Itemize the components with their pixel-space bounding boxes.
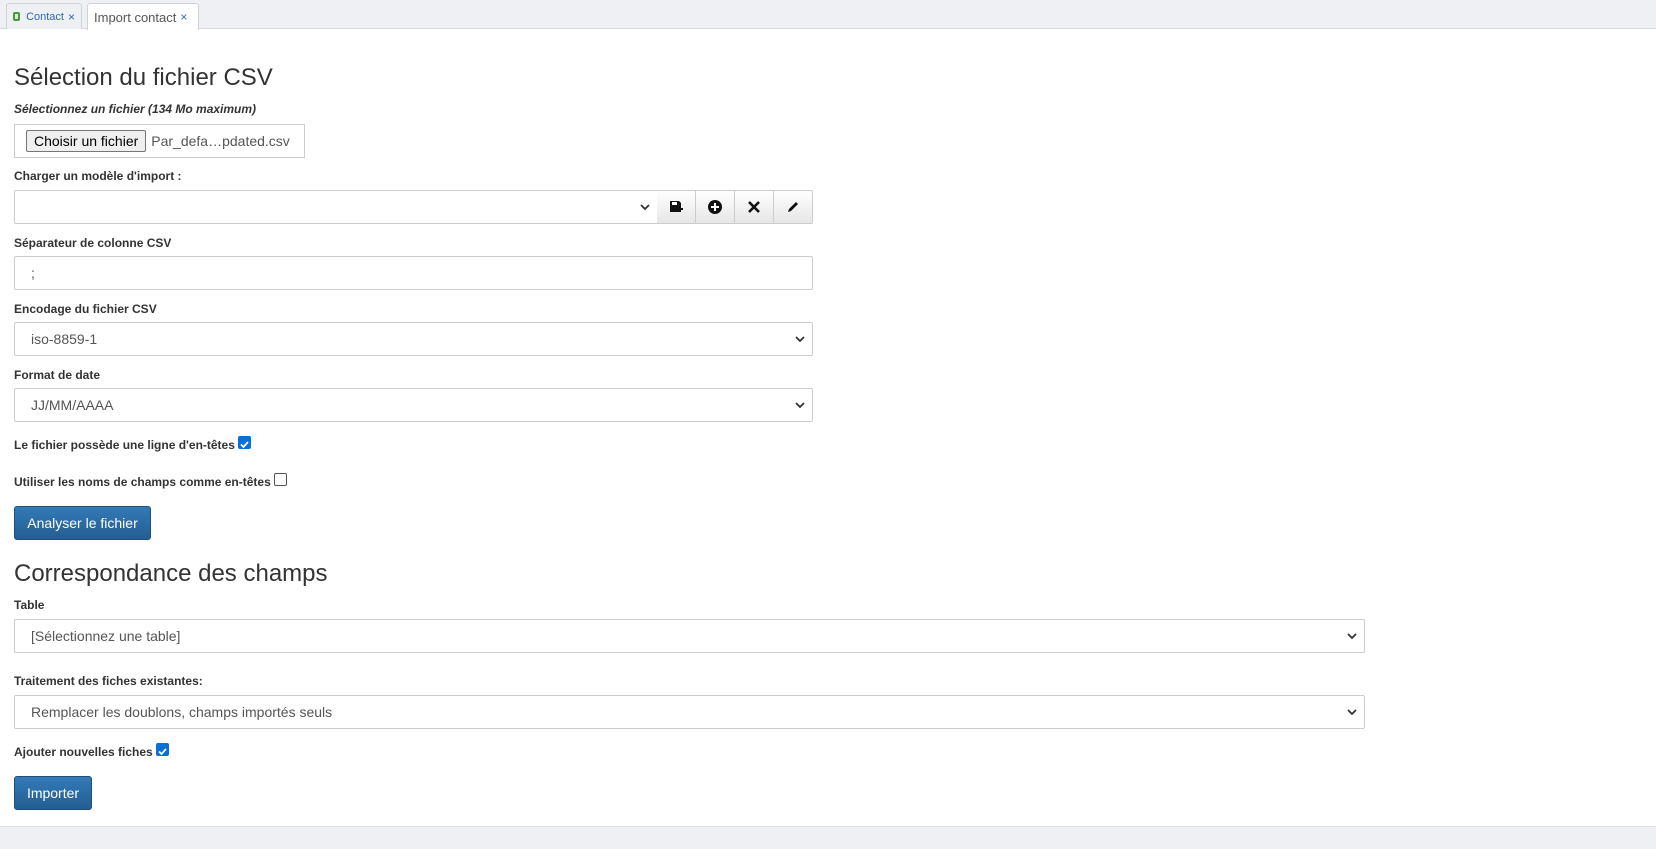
separator-label: Séparateur de colonne CSV [14,236,172,250]
analyze-file-button[interactable]: Analyser le fichier [14,506,151,540]
encoding-select[interactable]: iso-8859-1 [14,322,813,356]
header-row-label: Le fichier possède une ligne d'en-têtes [14,438,235,452]
date-format-value: JJ/MM/AAAA [31,397,114,413]
checkmark-icon [240,441,249,449]
header-row-checkbox[interactable] [238,436,251,449]
selected-file-name: Par_defa…pdated.csv [151,133,290,149]
choose-file-button[interactable]: Choisir un fichier [26,130,147,152]
footer-bar [0,826,1656,849]
tab-contact-label: Contact [26,10,64,23]
delete-model-button[interactable] [735,190,774,224]
section-title-csv-selection: Sélection du fichier CSV [14,64,273,91]
chevron-down-icon [795,402,805,409]
chevron-down-icon [640,204,650,211]
encoding-value: iso-8859-1 [31,331,98,347]
delete-icon [748,201,760,213]
existing-records-select[interactable]: Remplacer les doublons, champs importés … [14,695,1365,729]
file-input[interactable]: Choisir un fichier Par_defa…pdated.csv [14,124,305,158]
import-model-button-group [657,190,813,224]
add-model-button[interactable] [696,190,735,224]
chevron-down-icon [1347,633,1357,640]
separator-value: ; [31,265,35,281]
date-format-select[interactable]: JJ/MM/AAAA [14,388,813,422]
tab-import-contact-label: Import contact [94,9,177,25]
existing-records-label: Traitement des fiches existantes: [14,674,203,688]
table-select[interactable]: [Sélectionnez une table] [14,619,1365,653]
import-button[interactable]: Importer [14,776,92,810]
import-model-label: Charger un modèle d'import : [14,169,182,183]
chevron-down-icon [795,336,805,343]
tab-bar: Contact × Import contact × [0,0,1656,30]
encoding-label: Encodage du fichier CSV [14,302,157,316]
date-format-label: Format de date [14,368,101,382]
section-title-field-mapping: Correspondance des champs [14,560,328,587]
save-import-icon [670,201,683,212]
table-label: Table [14,598,45,612]
file-select-label: Sélectionnez un fichier (134 Mo maximum) [14,102,257,116]
save-model-button[interactable] [657,190,696,224]
add-circle-icon [708,200,722,214]
existing-records-value: Remplacer les doublons, champs importés … [31,704,333,720]
import-model-select[interactable] [14,190,658,224]
edit-model-button[interactable] [774,190,813,224]
separator-input[interactable]: ; [14,256,813,290]
table-value: [Sélectionnez une table] [31,628,181,644]
edit-pencil-icon [788,202,798,212]
tab-contact[interactable]: Contact × [6,3,82,29]
field-names-checkbox[interactable] [274,473,287,486]
close-icon[interactable]: × [68,10,75,24]
contact-tab-icon [13,12,21,21]
chevron-down-icon [1347,709,1357,716]
add-new-records-label: Ajouter nouvelles fiches [14,745,153,759]
close-icon[interactable]: × [180,10,187,24]
tab-import-contact[interactable]: Import contact × [87,3,199,30]
checkmark-icon [158,748,167,756]
add-new-records-checkbox[interactable] [156,743,169,756]
field-names-label: Utiliser les noms de champs comme en-têt… [14,475,271,489]
